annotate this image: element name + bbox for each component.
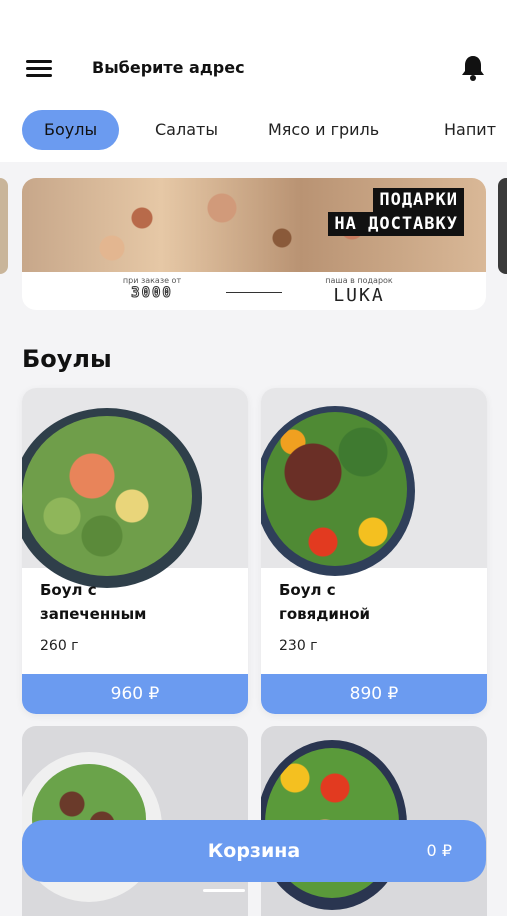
hamburger-icon[interactable] [26,60,54,78]
section-title: Боулы [22,345,112,373]
min-order-value: 3000 [131,285,173,302]
banner-title-line1: ПОДАРКИ [373,188,464,212]
prev-banner-edge[interactable] [0,178,8,274]
banner-title: ПОДАРКИ НА ДОСТАВКУ [328,188,464,236]
product-name: Боул с запеченным [40,578,240,626]
cart-button[interactable]: Корзина 0 ₽ [22,820,486,882]
product-card[interactable]: Боул с говядиной 230 г 890 ₽ [261,388,487,714]
gift-caption: паша в подарок [325,276,393,285]
tab-bowls[interactable]: Боулы [22,110,120,150]
bell-icon[interactable] [458,52,488,82]
product-name-line1: Боул с [40,581,97,599]
promo-banner[interactable]: ПОДАРКИ НА ДОСТАВКУ при заказе от 3000 п… [22,178,486,310]
product-weight: 230 г [279,638,318,654]
price-button[interactable]: 890 ₽ [261,674,487,714]
product-weight: 260 г [40,638,79,654]
tab-salads[interactable]: Салаты [155,110,218,150]
product-name-line2: запеченным [40,605,147,623]
gift-brand-logo: LUKA [333,285,385,306]
product-photo [22,388,248,588]
home-indicator[interactable] [203,889,245,892]
promo-carousel[interactable]: ПОДАРКИ НА ДОСТАВКУ при заказе от 3000 п… [0,178,507,310]
cart-label: Корзина [207,840,301,862]
product-name-line2: говядиной [279,605,371,623]
product-name-line1: Боул с [279,581,336,599]
min-order-block: при заказе от 3000 [110,276,194,302]
banner-title-line2: НА ДОСТАВКУ [328,212,464,236]
product-name: Боул с говядиной [279,578,479,626]
promo-divider [226,292,282,293]
app-header: Выберите адрес Боулы Салаты Мясо и гриль… [0,0,507,162]
product-photo [261,388,487,576]
tab-drinks[interactable]: Напит [444,110,496,150]
tab-meat-grill[interactable]: Мясо и гриль [268,110,379,150]
address-selector[interactable]: Выберите адрес [92,58,245,77]
banner-promo-row: при заказе от 3000 паша в подарок LUKA [22,274,486,310]
cart-sum: 0 ₽ [426,841,452,860]
price-button[interactable]: 960 ₽ [22,674,248,714]
next-banner-edge[interactable] [498,178,507,274]
gift-block: паша в подарок LUKA [314,276,404,306]
product-card[interactable]: Боул с запеченным 260 г 960 ₽ [22,388,248,714]
category-tabs: Боулы Салаты Мясо и гриль Напит [0,110,507,154]
min-order-caption: при заказе от [122,276,182,285]
